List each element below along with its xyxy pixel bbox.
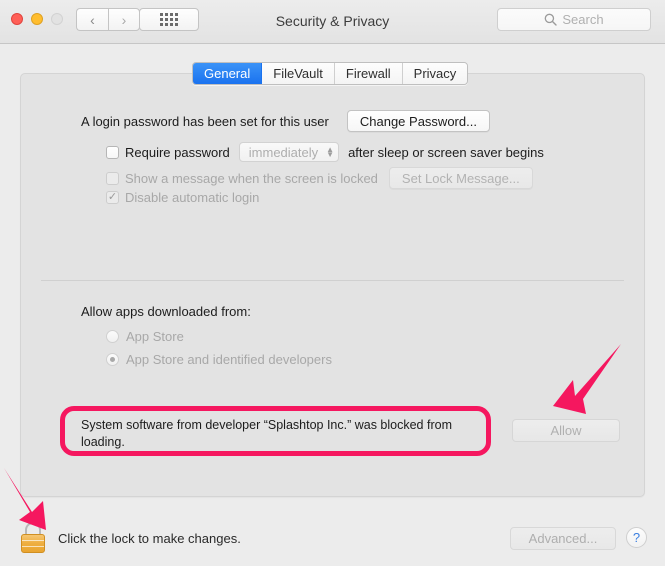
allow-apps-option-appstore[interactable]: App Store <box>106 329 184 344</box>
login-password-row: A login password has been set for this u… <box>81 110 490 132</box>
advanced-button: Advanced... <box>510 527 616 550</box>
require-password-delay-value: immediately <box>248 144 319 160</box>
require-password-row: Require password immediately ▲ ▼ after sl… <box>106 142 544 162</box>
lock-message-row: Show a message when the screen is locked… <box>106 167 533 189</box>
chevron-updown-icon: ▲ ▼ <box>326 145 335 159</box>
radio-app-store-label: App Store <box>126 329 184 344</box>
tab-privacy-label: Privacy <box>413 66 457 81</box>
disable-auto-login-label: Disable automatic login <box>125 190 260 205</box>
tab-general[interactable]: General <box>193 63 263 84</box>
allow-apps-heading: Allow apps downloaded from: <box>81 304 251 319</box>
search-field[interactable]: Search <box>497 8 651 31</box>
allow-apps-option-appstore-identified[interactable]: App Store and identified developers <box>106 352 332 367</box>
require-password-label: Require password <box>125 144 230 160</box>
section-divider <box>41 280 624 281</box>
disable-auto-login-row: ✓ Disable automatic login <box>106 190 259 205</box>
search-placeholder: Search <box>562 12 604 27</box>
login-password-status: A login password has been set for this u… <box>81 113 329 129</box>
tab-filevault[interactable]: FileVault <box>262 63 335 84</box>
radio-app-store-and-identified-developers[interactable] <box>106 353 119 366</box>
radio-selected-indicator <box>110 357 115 362</box>
lock-body <box>21 534 45 553</box>
search-icon <box>545 13 558 26</box>
radio-app-store-and-identified-developers-label: App Store and identified developers <box>126 352 332 367</box>
disable-auto-login-checkbox[interactable]: ✓ <box>106 191 119 204</box>
allow-apps-heading-row: Allow apps downloaded from: <box>81 304 251 319</box>
tab-bar: General FileVault Firewall Privacy <box>192 62 469 85</box>
require-password-suffix: after sleep or screen saver begins <box>348 144 544 160</box>
change-password-button[interactable]: Change Password... <box>346 110 490 132</box>
checkmark-icon: ✓ <box>107 190 118 203</box>
tab-filevault-label: FileVault <box>273 66 323 81</box>
tab-firewall[interactable]: Firewall <box>334 63 403 84</box>
tab-general-label: General <box>204 66 251 81</box>
require-password-checkbox[interactable] <box>106 145 119 159</box>
lock-closed-icon[interactable] <box>20 522 46 553</box>
lock-message-label: Show a message when the screen is locked <box>125 170 378 186</box>
tab-firewall-label: Firewall <box>345 66 391 81</box>
tab-privacy[interactable]: Privacy <box>402 63 468 84</box>
blocked-notice-highlight-annotation <box>60 406 491 456</box>
allow-button[interactable]: Allow <box>512 419 620 442</box>
require-password-delay-select[interactable]: immediately ▲ ▼ <box>238 142 340 162</box>
lock-message-checkbox[interactable] <box>106 171 119 185</box>
help-button[interactable]: ? <box>626 527 647 548</box>
radio-app-store[interactable] <box>106 330 119 343</box>
set-lock-message-button: Set Lock Message... <box>388 167 533 189</box>
window-titlebar: ‹ › Security & Privacy Search <box>0 0 665 44</box>
lock-hint-text: Click the lock to make changes. <box>58 531 241 546</box>
